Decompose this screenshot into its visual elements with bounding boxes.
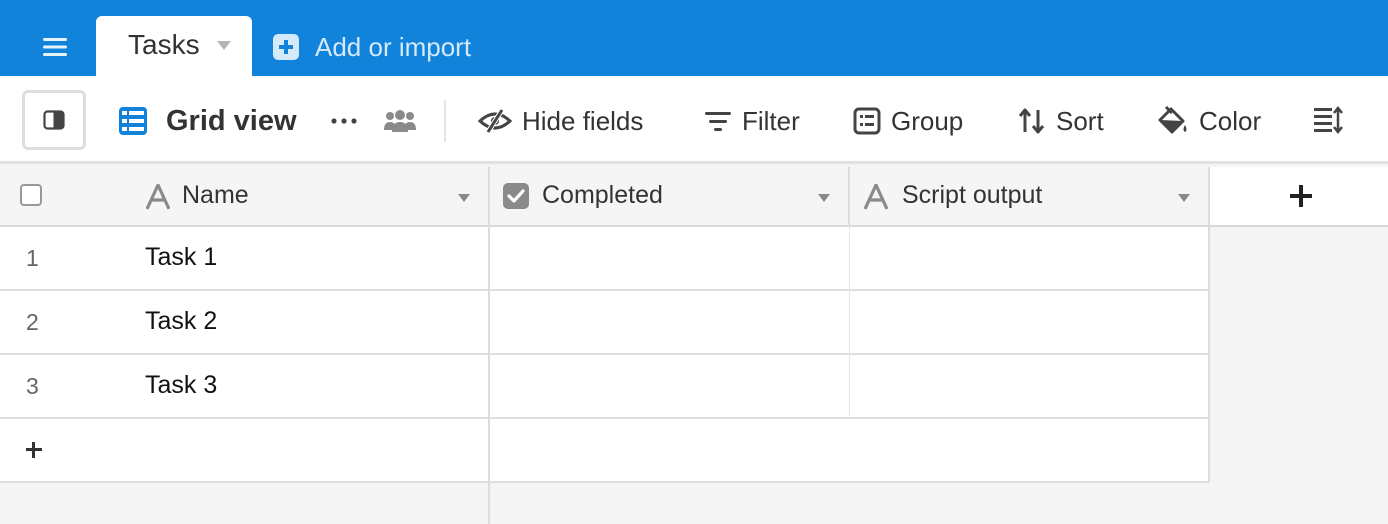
chevron-down-icon[interactable] [458,194,470,202]
hamburger-icon [43,38,67,56]
eye-slash-icon [478,108,512,134]
name-cell[interactable]: Task 2 [0,291,490,353]
plus-square-icon [273,34,299,60]
text-type-icon [146,184,170,210]
add-field-button[interactable] [1210,167,1388,227]
script-output-cell[interactable] [850,291,1210,353]
add-or-import-button[interactable]: Add or import [273,30,471,64]
table-row[interactable]: 3 Task 3 [0,355,1210,419]
frozen-column-divider [488,167,490,524]
sort-label: Sort [1056,105,1104,136]
view-switcher[interactable]: Grid view [118,104,297,138]
chevron-down-icon[interactable] [818,194,830,202]
filter-icon [705,112,731,131]
script-output-cell[interactable] [850,227,1210,289]
grid-view-icon [119,107,147,135]
chevron-down-icon[interactable] [1178,194,1190,202]
sort-button[interactable]: Sort [1018,102,1104,140]
table-row[interactable]: 1 Task 1 [0,227,1210,291]
view-toolbar: Grid view Hide fields Filter Group Sort … [0,76,1388,164]
column-divider [849,227,850,419]
name-value: Task 3 [145,371,218,399]
sort-arrows-icon [1018,108,1045,134]
completed-cell[interactable] [490,355,850,417]
chevron-down-icon[interactable] [217,41,231,50]
select-all-checkbox[interactable] [20,184,42,206]
top-bar: Tasks Add or import [0,0,1388,76]
table-row[interactable]: 2 Task 2 [0,291,1210,355]
add-row-button[interactable] [0,419,1210,483]
name-value: Task 2 [145,307,218,335]
name-cell[interactable]: Task 3 [0,355,490,417]
filter-label: Filter [742,105,800,136]
color-label: Color [1199,105,1262,136]
add-or-import-label: Add or import [315,31,472,62]
row-height-icon [1314,106,1343,134]
sidebar-toggle-button[interactable] [22,90,86,150]
hide-fields-button[interactable]: Hide fields [478,102,643,140]
filter-button[interactable]: Filter [704,102,800,140]
text-type-icon [864,184,888,210]
column-header-name[interactable]: Name [0,167,490,227]
tab-tasks[interactable]: Tasks [96,16,252,76]
plus-icon [1290,185,1312,207]
column-divider [1208,167,1210,483]
grid-table: Name Completed Script output 1 Task 1 2 [0,167,1388,524]
sidebar-panel-icon [43,110,65,130]
hide-fields-label: Hide fields [522,105,644,136]
people-icon [384,110,416,132]
view-name-label: Grid view [166,104,297,137]
plus-icon [26,442,42,458]
column-divider [848,167,850,227]
name-value: Task 1 [145,243,218,271]
row-height-button[interactable] [1312,104,1344,136]
paint-bucket-icon [1158,106,1187,134]
column-header-label: Name [182,181,249,209]
group-icon [853,107,881,135]
collaborative-view-button[interactable] [382,104,418,138]
column-header-label: Completed [542,181,663,209]
toolbar-divider [444,100,446,142]
group-label: Group [891,105,964,136]
completed-cell[interactable] [490,227,850,289]
name-cell[interactable]: Task 1 [0,227,490,289]
ellipsis-icon [331,118,357,124]
color-button[interactable]: Color [1157,102,1261,140]
group-button[interactable]: Group [853,102,963,140]
checkbox-type-icon [503,183,529,209]
script-output-cell[interactable] [850,355,1210,417]
completed-cell[interactable] [490,291,850,353]
tab-label: Tasks [128,29,200,60]
column-header-label: Script output [902,181,1043,209]
view-more-options-button[interactable] [328,106,360,136]
column-header-script-output[interactable]: Script output [850,167,1210,227]
hamburger-menu-button[interactable] [38,30,72,64]
column-header-completed[interactable]: Completed [490,167,850,227]
